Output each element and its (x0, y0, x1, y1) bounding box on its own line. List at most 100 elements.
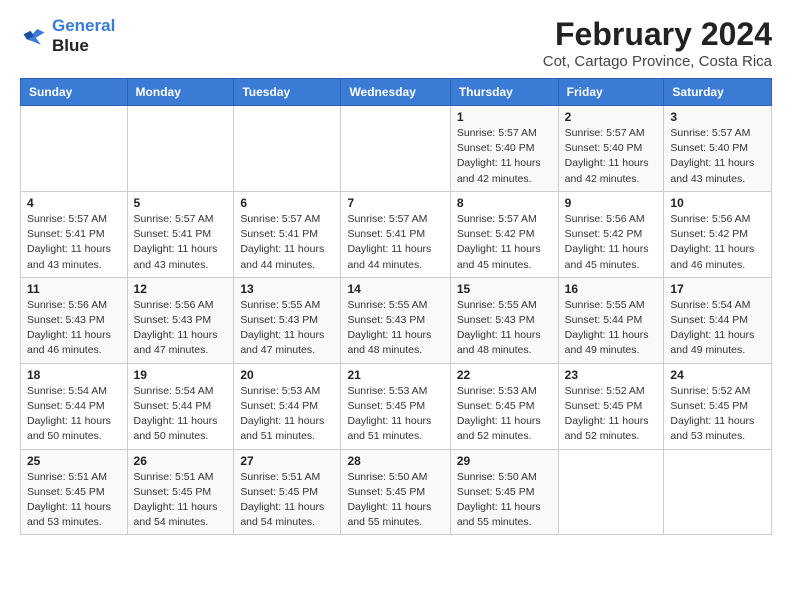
day-number: 18 (27, 368, 121, 382)
day-info: Sunrise: 5:56 AM Sunset: 5:42 PM Dayligh… (670, 212, 765, 273)
calendar-cell: 12 Sunrise: 5:56 AM Sunset: 5:43 PM Dayli… (127, 277, 234, 363)
calendar-header: SundayMondayTuesdayWednesdayThursdayFrid… (21, 79, 772, 106)
calendar-cell (127, 106, 234, 192)
day-number: 23 (565, 368, 658, 382)
title-area: February 2024 Cot, Cartago Province, Cos… (543, 16, 772, 70)
day-number: 17 (670, 282, 765, 296)
day-number: 29 (457, 454, 552, 468)
page-title: February 2024 (543, 16, 772, 53)
calendar-cell: 14 Sunrise: 5:55 AM Sunset: 5:43 PM Dayli… (341, 277, 450, 363)
day-number: 4 (27, 196, 121, 210)
day-number: 25 (27, 454, 121, 468)
calendar-cell: 16 Sunrise: 5:55 AM Sunset: 5:44 PM Dayli… (558, 277, 664, 363)
day-number: 9 (565, 196, 658, 210)
calendar-cell: 21 Sunrise: 5:53 AM Sunset: 5:45 PM Dayli… (341, 363, 450, 449)
day-info: Sunrise: 5:57 AM Sunset: 5:41 PM Dayligh… (347, 212, 443, 273)
day-info: Sunrise: 5:55 AM Sunset: 5:43 PM Dayligh… (240, 298, 334, 359)
day-info: Sunrise: 5:51 AM Sunset: 5:45 PM Dayligh… (134, 470, 228, 531)
day-info: Sunrise: 5:53 AM Sunset: 5:45 PM Dayligh… (457, 384, 552, 445)
day-info: Sunrise: 5:57 AM Sunset: 5:41 PM Dayligh… (240, 212, 334, 273)
day-info: Sunrise: 5:51 AM Sunset: 5:45 PM Dayligh… (240, 470, 334, 531)
calendar-cell: 9 Sunrise: 5:56 AM Sunset: 5:42 PM Daylig… (558, 191, 664, 277)
calendar-cell (21, 106, 128, 192)
day-number: 16 (565, 282, 658, 296)
calendar-cell: 7Sunrise: 5:57 AM Sunset: 5:41 PM Daylig… (341, 191, 450, 277)
day-number: 22 (457, 368, 552, 382)
day-number: 24 (670, 368, 765, 382)
day-info: Sunrise: 5:56 AM Sunset: 5:42 PM Dayligh… (565, 212, 658, 273)
calendar-cell: 1 Sunrise: 5:57 AM Sunset: 5:40 PM Daylig… (450, 106, 558, 192)
calendar-cell: 4 Sunrise: 5:57 AM Sunset: 5:41 PM Daylig… (21, 191, 128, 277)
day-info: Sunrise: 5:56 AM Sunset: 5:43 PM Dayligh… (134, 298, 228, 359)
day-number: 10 (670, 196, 765, 210)
calendar-cell: 22 Sunrise: 5:53 AM Sunset: 5:45 PM Dayli… (450, 363, 558, 449)
weekday-header-tuesday: Tuesday (234, 79, 341, 106)
day-info: Sunrise: 5:52 AM Sunset: 5:45 PM Dayligh… (670, 384, 765, 445)
day-number: 26 (134, 454, 228, 468)
calendar-cell: 23 Sunrise: 5:52 AM Sunset: 5:45 PM Dayli… (558, 363, 664, 449)
day-number: 5 (134, 196, 228, 210)
calendar-cell: 26 Sunrise: 5:51 AM Sunset: 5:45 PM Dayli… (127, 449, 234, 535)
calendar-cell: 29 Sunrise: 5:50 AM Sunset: 5:45 PM Dayli… (450, 449, 558, 535)
day-info: Sunrise: 5:50 AM Sunset: 5:45 PM Dayligh… (457, 470, 552, 531)
day-info: Sunrise: 5:57 AM Sunset: 5:40 PM Dayligh… (457, 126, 552, 187)
day-info: Sunrise: 5:55 AM Sunset: 5:44 PM Dayligh… (565, 298, 658, 359)
calendar-cell: 8 Sunrise: 5:57 AM Sunset: 5:42 PM Daylig… (450, 191, 558, 277)
day-number: 1 (457, 110, 552, 124)
calendar-cell (234, 106, 341, 192)
calendar-cell: 28 Sunrise: 5:50 AM Sunset: 5:45 PM Dayli… (341, 449, 450, 535)
calendar-cell: 6 Sunrise: 5:57 AM Sunset: 5:41 PM Daylig… (234, 191, 341, 277)
day-number: 8 (457, 196, 552, 210)
calendar-cell: 11Sunrise: 5:56 AM Sunset: 5:43 PM Dayli… (21, 277, 128, 363)
logo-text: General Blue (52, 16, 115, 55)
day-info: Sunrise: 5:56 AM Sunset: 5:43 PM Dayligh… (27, 298, 121, 359)
weekday-header-sunday: Sunday (21, 79, 128, 106)
day-number: 12 (134, 282, 228, 296)
calendar-cell (664, 449, 772, 535)
calendar-cell (558, 449, 664, 535)
calendar-cell: 25 Sunrise: 5:51 AM Sunset: 5:45 PM Dayli… (21, 449, 128, 535)
day-info: Sunrise: 5:54 AM Sunset: 5:44 PM Dayligh… (27, 384, 121, 445)
calendar-cell: 27 Sunrise: 5:51 AM Sunset: 5:45 PM Dayli… (234, 449, 341, 535)
day-info: Sunrise: 5:54 AM Sunset: 5:44 PM Dayligh… (134, 384, 228, 445)
day-number: 28 (347, 454, 443, 468)
weekday-header-friday: Friday (558, 79, 664, 106)
calendar-body: 1 Sunrise: 5:57 AM Sunset: 5:40 PM Daylig… (21, 106, 772, 535)
day-number: 21 (347, 368, 443, 382)
day-info: Sunrise: 5:57 AM Sunset: 5:42 PM Dayligh… (457, 212, 552, 273)
calendar-cell: 24 Sunrise: 5:52 AM Sunset: 5:45 PM Dayli… (664, 363, 772, 449)
day-info: Sunrise: 5:50 AM Sunset: 5:45 PM Dayligh… (347, 470, 443, 531)
calendar-cell: 2 Sunrise: 5:57 AM Sunset: 5:40 PM Daylig… (558, 106, 664, 192)
calendar-cell: 5 Sunrise: 5:57 AM Sunset: 5:41 PM Daylig… (127, 191, 234, 277)
calendar-cell: 17 Sunrise: 5:54 AM Sunset: 5:44 PM Dayli… (664, 277, 772, 363)
day-info: Sunrise: 5:57 AM Sunset: 5:40 PM Dayligh… (670, 126, 765, 187)
day-number: 13 (240, 282, 334, 296)
day-number: 14 (347, 282, 443, 296)
day-number: 3 (670, 110, 765, 124)
calendar-cell: 18 Sunrise: 5:54 AM Sunset: 5:44 PM Dayli… (21, 363, 128, 449)
day-number: 19 (134, 368, 228, 382)
day-number: 27 (240, 454, 334, 468)
day-number: 15 (457, 282, 552, 296)
weekday-header-monday: Monday (127, 79, 234, 106)
day-info: Sunrise: 5:52 AM Sunset: 5:45 PM Dayligh… (565, 384, 658, 445)
day-info: Sunrise: 5:51 AM Sunset: 5:45 PM Dayligh… (27, 470, 121, 531)
day-info: Sunrise: 5:55 AM Sunset: 5:43 PM Dayligh… (347, 298, 443, 359)
weekday-header-saturday: Saturday (664, 79, 772, 106)
day-number: 6 (240, 196, 334, 210)
calendar-table: SundayMondayTuesdayWednesdayThursdayFrid… (20, 78, 772, 535)
logo-icon (20, 22, 48, 50)
day-info: Sunrise: 5:57 AM Sunset: 5:40 PM Dayligh… (565, 126, 658, 187)
calendar-cell: 15Sunrise: 5:55 AM Sunset: 5:43 PM Dayli… (450, 277, 558, 363)
day-info: Sunrise: 5:57 AM Sunset: 5:41 PM Dayligh… (27, 212, 121, 273)
day-number: 20 (240, 368, 334, 382)
calendar-cell: 3 Sunrise: 5:57 AM Sunset: 5:40 PM Daylig… (664, 106, 772, 192)
day-info: Sunrise: 5:53 AM Sunset: 5:44 PM Dayligh… (240, 384, 334, 445)
weekday-header-thursday: Thursday (450, 79, 558, 106)
logo: General Blue (20, 16, 115, 55)
day-info: Sunrise: 5:53 AM Sunset: 5:45 PM Dayligh… (347, 384, 443, 445)
day-info: Sunrise: 5:54 AM Sunset: 5:44 PM Dayligh… (670, 298, 765, 359)
day-number: 2 (565, 110, 658, 124)
calendar-cell: 10 Sunrise: 5:56 AM Sunset: 5:42 PM Dayli… (664, 191, 772, 277)
day-info: Sunrise: 5:57 AM Sunset: 5:41 PM Dayligh… (134, 212, 228, 273)
